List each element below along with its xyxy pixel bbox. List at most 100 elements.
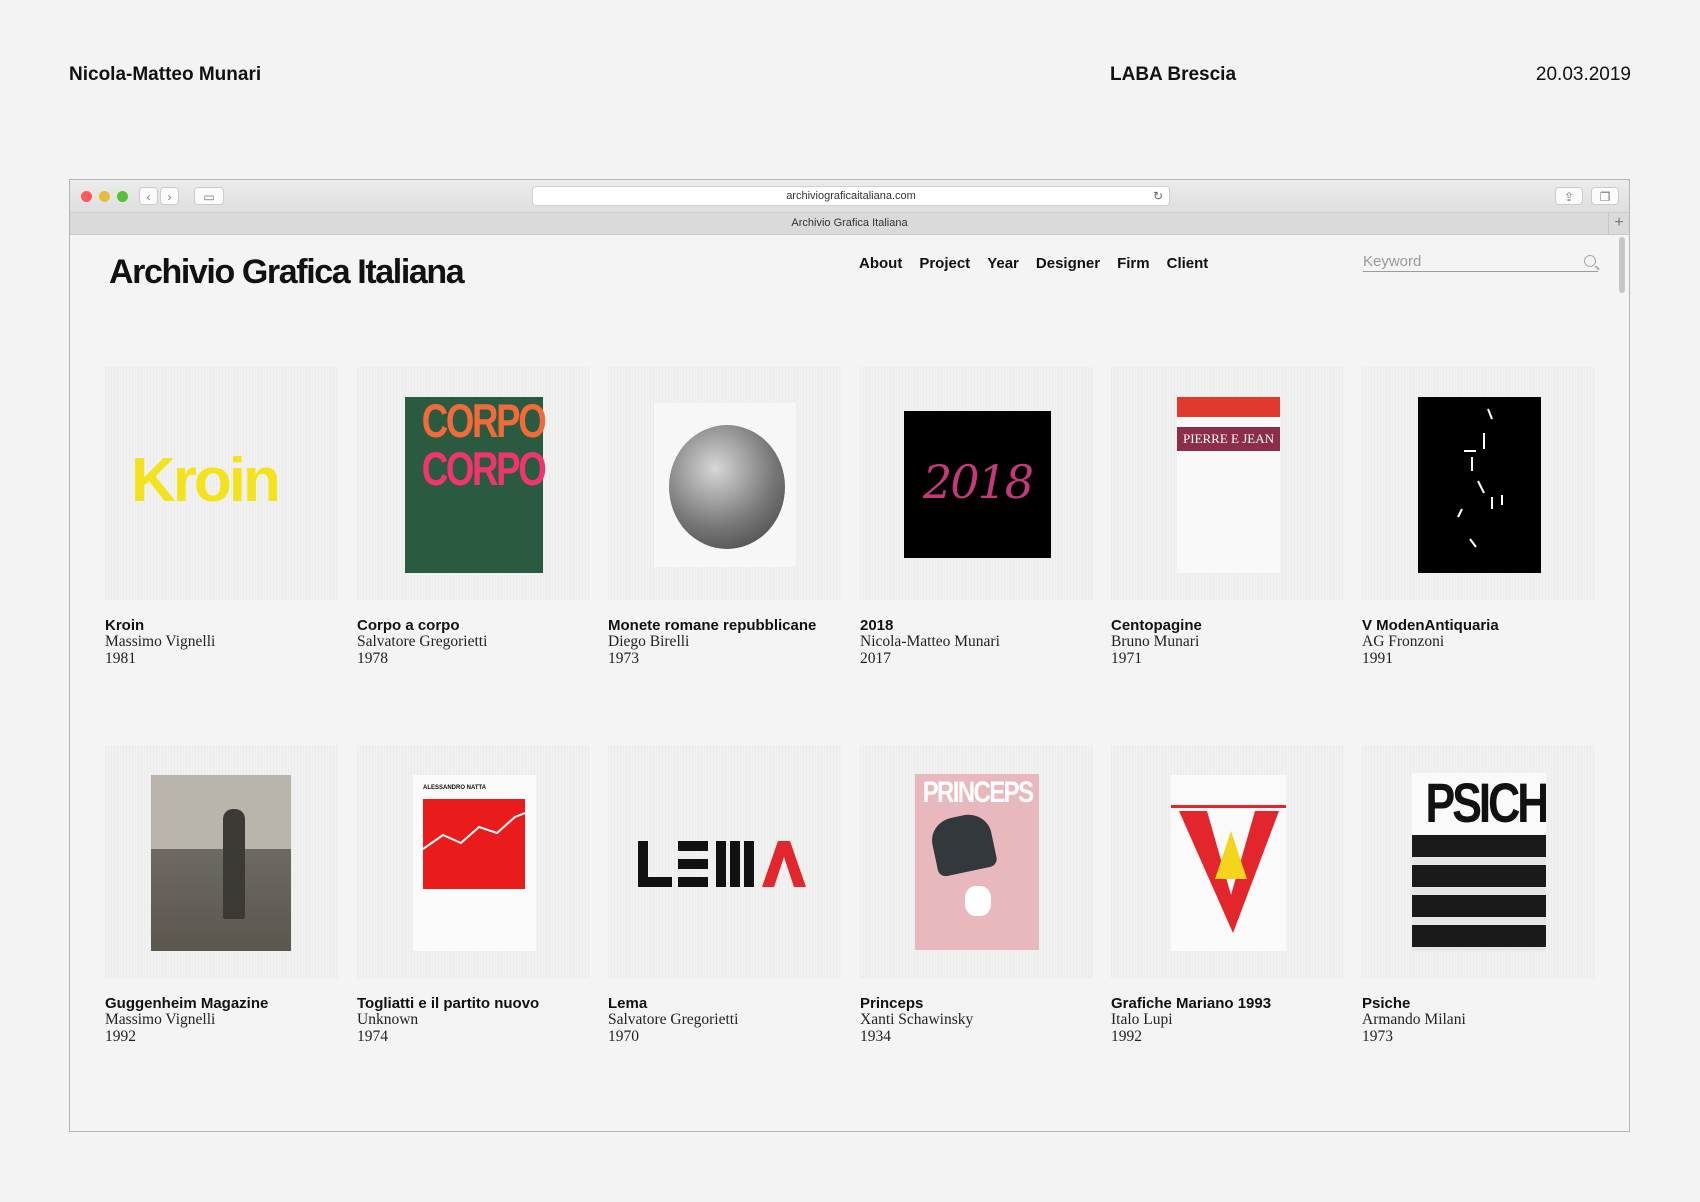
project-card[interactable]: Guggenheim Magazine Massimo Vignelli 199… — [105, 745, 338, 1045]
project-year[interactable]: 1971 — [1111, 650, 1344, 668]
tabs-overview-icon[interactable]: ❐ — [1591, 187, 1619, 205]
project-thumbnail[interactable]: PRINCEPS — [860, 745, 1093, 978]
project-designer[interactable]: Armando Milani — [1362, 1011, 1595, 1029]
project-designer[interactable]: Bruno Munari — [1111, 633, 1344, 651]
project-card[interactable]: ALESSANDRO NATTA Togliatti e il partito … — [357, 745, 590, 1045]
project-year[interactable]: 1992 — [105, 1028, 338, 1046]
grafiche-mariano-poster — [1171, 775, 1286, 951]
project-title[interactable]: Grafiche Mariano 1993 — [1111, 995, 1344, 1012]
project-thumbnail[interactable]: ALESSANDRO NATTA — [357, 745, 590, 978]
project-title[interactable]: Centopagine — [1111, 617, 1344, 634]
project-thumbnail[interactable] — [608, 745, 841, 978]
project-thumbnail[interactable] — [1111, 745, 1344, 978]
project-designer[interactable]: Italo Lupi — [1111, 1011, 1344, 1029]
kroin-artwork: Kroin — [131, 446, 281, 515]
browser-toolbar: ‹ › ▭ archiviograficaitaliana.com ↻ ⇪ ❐ — [70, 180, 1629, 213]
school-name: LABA Brescia — [1110, 64, 1237, 85]
new-tab-icon[interactable]: + — [1608, 213, 1629, 234]
project-thumbnail[interactable]: Kroin — [105, 367, 338, 600]
nav-firm[interactable]: Firm — [1117, 255, 1150, 272]
project-year[interactable]: 1973 — [608, 650, 841, 668]
project-designer[interactable]: Diego Birelli — [608, 633, 841, 651]
project-card[interactable]: Lema Salvatore Gregorietti 1970 — [608, 745, 841, 1045]
project-year[interactable]: 1978 — [357, 650, 590, 668]
corpo-poster: CORPO CORPO — [405, 397, 547, 573]
project-title[interactable]: Psiche — [1362, 995, 1595, 1012]
project-year[interactable]: 1992 — [1111, 1028, 1344, 1046]
nav-project[interactable]: Project — [919, 255, 970, 272]
scrollbar[interactable] — [1619, 237, 1625, 293]
project-designer[interactable]: Unknown — [357, 1011, 590, 1029]
project-thumbnail[interactable]: 2018 — [860, 367, 1093, 600]
project-designer[interactable]: Massimo Vignelli — [105, 633, 338, 651]
reload-icon[interactable]: ↻ — [1153, 187, 1163, 205]
project-year[interactable]: 1973 — [1362, 1028, 1595, 1046]
address-bar[interactable]: archiviograficaitaliana.com ↻ — [532, 186, 1170, 206]
forward-icon[interactable]: › — [160, 187, 179, 205]
abstract-marks-icon — [1457, 408, 1503, 548]
project-year[interactable]: 1970 — [608, 1028, 841, 1046]
tab-title[interactable]: Archivio Grafica Italiana — [791, 217, 907, 229]
search-input[interactable] — [1363, 253, 1573, 270]
project-title[interactable]: Guggenheim Magazine — [105, 995, 338, 1012]
project-year[interactable]: 1981 — [105, 650, 338, 668]
project-card[interactable]: Kroin Kroin Massimo Vignelli 1981 — [105, 367, 338, 667]
project-thumbnail[interactable]: PSICHE — [1362, 745, 1595, 978]
project-card[interactable]: Monete romane repubblicane Diego Birelli… — [608, 367, 841, 667]
project-designer[interactable]: Salvatore Gregorietti — [608, 1011, 841, 1029]
back-icon[interactable]: ‹ — [139, 187, 158, 205]
project-thumbnail[interactable] — [608, 367, 841, 600]
project-card[interactable]: PIERRE E JEAN Centopagine Bruno Munari 1… — [1111, 367, 1344, 667]
project-designer[interactable]: AG Fronzoni — [1362, 633, 1595, 651]
project-year[interactable]: 1934 — [860, 1028, 1093, 1046]
project-card[interactable]: PRINCEPS Princeps Xanti Schawinsky 1934 — [860, 745, 1093, 1045]
project-title[interactable]: Lema — [608, 995, 841, 1012]
project-designer[interactable]: Massimo Vignelli — [105, 1011, 338, 1029]
project-card[interactable]: 2018 2018 Nicola-Matteo Munari 2017 — [860, 367, 1093, 667]
share-icon[interactable]: ⇪ — [1555, 187, 1583, 205]
project-title[interactable]: Corpo a corpo — [357, 617, 590, 634]
coin-poster — [654, 403, 796, 567]
coin-image — [669, 425, 785, 549]
project-card[interactable]: CORPO CORPO Corpo a corpo Salvatore Greg… — [357, 367, 590, 667]
close-window-icon[interactable] — [81, 191, 92, 202]
site-logo[interactable]: Archivio Grafica Italiana — [109, 253, 465, 292]
project-thumbnail[interactable] — [1362, 367, 1595, 600]
project-designer[interactable]: Xanti Schawinsky — [860, 1011, 1093, 1029]
project-thumbnail[interactable]: CORPO CORPO — [357, 367, 590, 600]
project-card[interactable]: V ModenAntiquaria AG Fronzoni 1991 — [1362, 367, 1595, 667]
nav-designer[interactable]: Designer — [1036, 255, 1100, 272]
project-designer[interactable]: Nicola-Matteo Munari — [860, 633, 1093, 651]
browser-window: ‹ › ▭ archiviograficaitaliana.com ↻ ⇪ ❐ … — [69, 179, 1630, 1132]
minimize-window-icon[interactable] — [99, 191, 110, 202]
project-title[interactable]: Kroin — [105, 617, 338, 634]
url-text: archiviograficaitaliana.com — [786, 190, 916, 202]
nav-client[interactable]: Client — [1167, 255, 1209, 272]
project-card[interactable]: Grafiche Mariano 1993 Italo Lupi 1992 — [1111, 745, 1344, 1045]
project-title[interactable]: Princeps — [860, 995, 1093, 1012]
sidebar-toggle-icon[interactable]: ▭ — [194, 187, 224, 205]
cover-title: PIERRE E JEAN — [1177, 427, 1280, 451]
poster-word: 2018 — [922, 455, 1034, 509]
project-thumbnail[interactable] — [105, 745, 338, 978]
project-thumbnail[interactable]: PIERRE E JEAN — [1111, 367, 1344, 600]
project-year[interactable]: 2017 — [860, 650, 1093, 668]
project-card[interactable]: PSICHE Psiche Armando Milani 1973 — [1362, 745, 1595, 1045]
project-year[interactable]: 1974 — [357, 1028, 590, 1046]
presentation-date: 20.03.2019 — [1535, 64, 1631, 85]
modenantiquaria-poster — [1418, 397, 1541, 573]
zoom-window-icon[interactable] — [117, 191, 128, 202]
project-year[interactable]: 1991 — [1362, 650, 1595, 668]
cover-author: ALESSANDRO NATTA — [423, 785, 487, 791]
nav-year[interactable]: Year — [987, 255, 1019, 272]
project-title[interactable]: Monete romane repubblicane — [608, 617, 841, 634]
2018-poster: 2018 — [904, 411, 1051, 558]
project-title[interactable]: V ModenAntiquaria — [1362, 617, 1595, 634]
project-designer[interactable]: Salvatore Gregorietti — [357, 633, 590, 651]
nav-about[interactable]: About — [859, 255, 902, 272]
hat-shape — [927, 810, 999, 878]
project-title[interactable]: 2018 — [860, 617, 1093, 634]
search-icon[interactable] — [1584, 255, 1596, 267]
main-nav: About Project Year Designer Firm Client — [859, 255, 1208, 272]
project-title[interactable]: Togliatti e il partito nuovo — [357, 995, 590, 1012]
